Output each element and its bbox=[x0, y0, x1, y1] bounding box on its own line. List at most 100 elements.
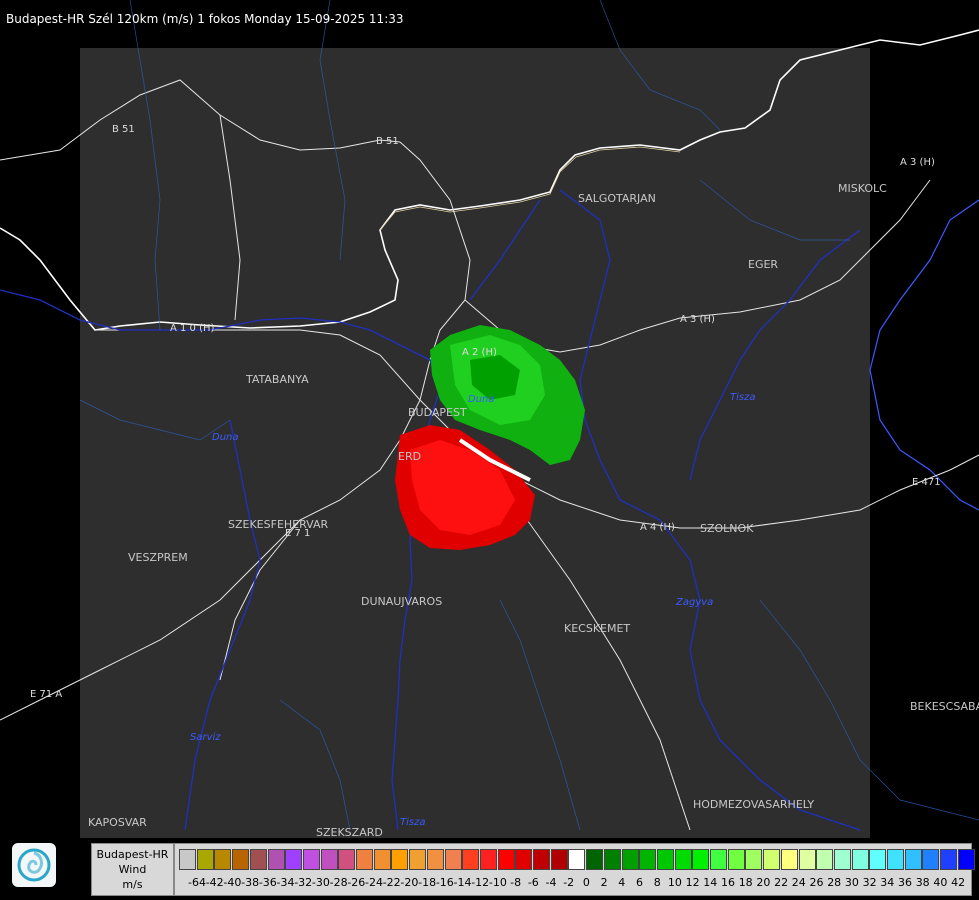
legend-tick-label: -34 bbox=[276, 876, 295, 889]
legend-swatch bbox=[391, 849, 409, 870]
legend-label: Budapest-HR Wind m/s bbox=[91, 843, 174, 896]
legend-tick-label: -22 bbox=[382, 876, 401, 889]
legend-tick-label: 14 bbox=[703, 876, 718, 889]
place-label: VESZPREM bbox=[128, 551, 188, 564]
legend-radar-name: Budapest-HR bbox=[96, 848, 169, 861]
legend-swatch bbox=[710, 849, 727, 870]
legend-swatch bbox=[621, 849, 639, 870]
place-label: SALGOTARJAN bbox=[578, 192, 656, 205]
legend-swatch bbox=[887, 849, 904, 870]
logo bbox=[12, 843, 56, 887]
road-label: A 3 (H) bbox=[900, 157, 935, 168]
legend-tick-label: 0 bbox=[582, 876, 590, 889]
legend-swatch bbox=[462, 849, 480, 870]
legend-swatch bbox=[533, 849, 550, 870]
legend-tick-label: -30 bbox=[311, 876, 330, 889]
legend-swatch bbox=[639, 849, 657, 870]
legend-tick-label: -28 bbox=[329, 876, 348, 889]
legend-tick-label: -12 bbox=[471, 876, 490, 889]
legend-tick-label: -16 bbox=[435, 876, 454, 889]
legend-tick-label: 20 bbox=[756, 876, 771, 889]
road-label: A 2 (H) bbox=[462, 347, 497, 358]
legend-swatch bbox=[320, 849, 338, 870]
legend-tick-label: 26 bbox=[809, 876, 824, 889]
legend-tick-label: -20 bbox=[400, 876, 419, 889]
legend-quantity: Wind bbox=[118, 863, 147, 876]
road-label: B 51 bbox=[112, 124, 135, 135]
river-label: Zagyva bbox=[675, 597, 713, 608]
legend-swatch bbox=[904, 849, 922, 870]
legend-swatch bbox=[214, 849, 232, 870]
legend-tick-label: 2 bbox=[600, 876, 608, 889]
legend-tick-label: 16 bbox=[721, 876, 735, 889]
legend-swatch bbox=[444, 849, 462, 870]
place-label: TATABANYA bbox=[245, 373, 309, 386]
legend-swatch bbox=[745, 849, 763, 870]
legend-swatch bbox=[833, 849, 851, 870]
road-label: B 51 bbox=[376, 136, 399, 147]
road-label: E 71 A bbox=[30, 689, 62, 700]
road-label: A 1 0 (H) bbox=[170, 323, 215, 334]
legend-swatch bbox=[940, 849, 958, 870]
place-label: MISKOLC bbox=[838, 182, 887, 195]
legend-swatch bbox=[568, 849, 586, 870]
place-label: BUDAPEST bbox=[408, 406, 467, 419]
legend-swatch bbox=[603, 849, 621, 870]
legend-swatch bbox=[851, 849, 869, 870]
legend-tick-label: -40 bbox=[223, 876, 242, 889]
legend-swatch bbox=[957, 849, 975, 870]
legend-swatch bbox=[727, 849, 745, 870]
legend-tick-label: -10 bbox=[488, 876, 507, 889]
legend-tick-label: -32 bbox=[294, 876, 313, 889]
place-label: HODMEZOVASARHELY bbox=[693, 798, 814, 811]
legend-tick-label: -6 bbox=[527, 876, 539, 889]
map-title: Budapest-HR Szél 120km (m/s) 1 fokos Mon… bbox=[6, 12, 404, 26]
legend-tick-label: -4 bbox=[545, 876, 557, 889]
legend-tick-label: 34 bbox=[880, 876, 895, 889]
legend-tick-label: -24 bbox=[365, 876, 383, 889]
place-label: SZEKSZARD bbox=[316, 826, 383, 839]
legend-swatch bbox=[922, 849, 940, 870]
legend-swatch bbox=[869, 849, 887, 870]
road-label: E 471 bbox=[912, 477, 941, 488]
legend-tick-label: 32 bbox=[862, 876, 877, 889]
legend-swatch bbox=[426, 849, 444, 870]
legend-tick-label: 8 bbox=[653, 876, 661, 889]
legend-swatch bbox=[302, 849, 320, 870]
legend-tick-label: 18 bbox=[738, 876, 753, 889]
road-label: A 4 (H) bbox=[640, 522, 675, 533]
legend-tick-label: -64 bbox=[188, 876, 206, 889]
legend-swatch bbox=[674, 849, 692, 870]
legend-swatch bbox=[550, 849, 568, 870]
legend-tick-label: 30 bbox=[844, 876, 859, 889]
river-label: Duna bbox=[212, 432, 239, 443]
legend-swatch bbox=[232, 849, 250, 870]
legend-swatch bbox=[409, 849, 427, 870]
legend-tick-label: 42 bbox=[951, 876, 966, 889]
radar-map: SALGOTARJAN MISKOLC EGER TATABANYA BUDAP… bbox=[0, 0, 979, 839]
river-label: Sarviz bbox=[190, 732, 221, 743]
legend-tick-label: 36 bbox=[898, 876, 912, 889]
legend-tick-label: 10 bbox=[667, 876, 682, 889]
road-label: E 7 1 bbox=[285, 528, 310, 539]
legend-tick-label: -26 bbox=[347, 876, 366, 889]
legend-unit: m/s bbox=[122, 878, 143, 891]
place-label: EGER bbox=[748, 258, 778, 271]
legend-tick-label: -38 bbox=[241, 876, 260, 889]
place-label: ERD bbox=[398, 450, 421, 463]
road-label: A 3 (H) bbox=[680, 314, 715, 325]
color-legend: -64 -42 -40 -38 -36 -34 -32 -30 -28 -26 -24 -22 -20-… bbox=[174, 843, 975, 896]
place-label: KECSKEMET bbox=[564, 622, 630, 635]
legend-tick-label: 38 bbox=[915, 876, 930, 889]
place-label: SZOLNOK bbox=[700, 522, 754, 535]
legend-swatch bbox=[692, 849, 710, 870]
legend-swatch bbox=[816, 849, 834, 870]
legend-tick-label: 6 bbox=[636, 876, 643, 889]
legend-tick-label: 40 bbox=[933, 876, 948, 889]
legend-swatch bbox=[285, 849, 303, 870]
legend-tick-label: -42 bbox=[205, 876, 224, 889]
legend-tick-label: 28 bbox=[827, 876, 842, 889]
legend-swatch bbox=[763, 849, 781, 870]
legend-tick-label: 22 bbox=[774, 876, 789, 889]
legend-tick-label: -2 bbox=[563, 876, 575, 889]
